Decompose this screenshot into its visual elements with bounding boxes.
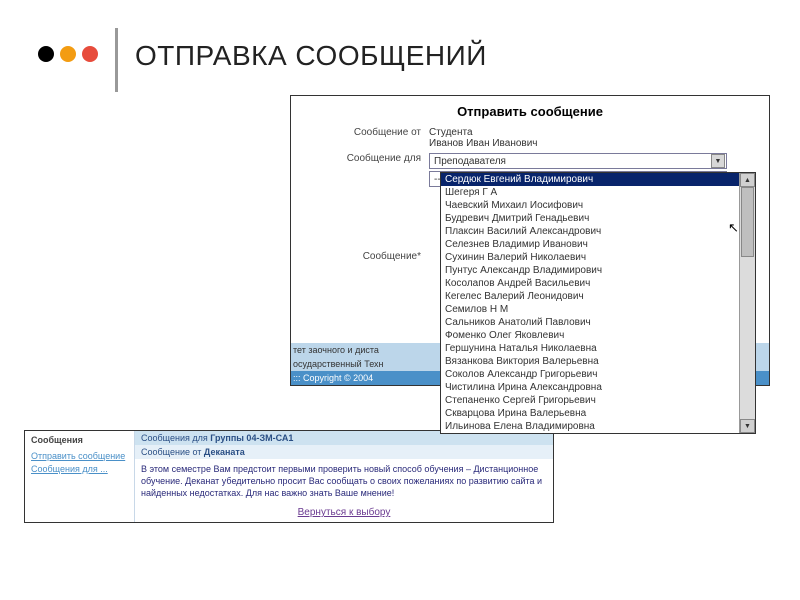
dropdown-item[interactable]: Сердюк Евгений Владимирович [441, 173, 739, 186]
label-to: Сообщение для [299, 153, 429, 164]
from-role: Студента [429, 127, 761, 138]
label-message: Сообщение* [299, 251, 429, 262]
message-body: В этом семестре Вам предстоит первыми пр… [135, 459, 553, 503]
scroll-down-icon[interactable]: ▼ [740, 419, 755, 433]
chevron-down-icon[interactable]: ▼ [711, 154, 725, 168]
recipient-type-select[interactable]: Преподавателя ▼ [429, 153, 727, 169]
divider [115, 28, 118, 92]
sidebar-link-for[interactable]: Сообщения для ... [31, 464, 128, 474]
back-row: Вернуться к выбору [135, 503, 553, 522]
dropdown-item[interactable]: Ильинова Елена Владимировна [441, 420, 739, 433]
from-name: Иванов Иван Иванович [429, 138, 761, 149]
bullet-dots [38, 46, 98, 62]
sidebar-heading: Сообщения [31, 435, 128, 445]
dropdown-item[interactable]: Семилов Н М [441, 303, 739, 316]
dropdown-item[interactable]: Чистилина Ирина Александровна [441, 381, 739, 394]
dropdown-item[interactable]: Сухинин Валерий Николаевич [441, 251, 739, 264]
form-title: Отправить сообщение [291, 96, 769, 125]
dot-icon [38, 46, 54, 62]
scroll-thumb[interactable] [741, 187, 754, 257]
dropdown-item[interactable]: Скварцова Ирина Валерьевна [441, 407, 739, 420]
dropdown-item[interactable]: Пунтус Александр Владимирович [441, 264, 739, 277]
dropdown-item[interactable]: Сальников Анатолий Павлович [441, 316, 739, 329]
dropdown-item[interactable]: Чаевский Михаил Иосифович [441, 199, 739, 212]
label-from: Сообщение от [299, 127, 429, 138]
dot-icon [82, 46, 98, 62]
dropdown-item[interactable]: Плаксин Василий Александрович [441, 225, 739, 238]
inbox-panel: Сообщения Отправить сообщение Сообщения … [24, 430, 554, 523]
scrollbar[interactable]: ▲ ▼ [739, 173, 755, 433]
recipient-dropdown[interactable]: Сердюк Евгений ВладимировичШегеря Г АЧае… [440, 172, 756, 434]
back-link[interactable]: Вернуться к выбору [298, 507, 391, 518]
dropdown-item[interactable]: Шегеря Г А [441, 186, 739, 199]
dropdown-item[interactable]: Соколов Александр Григорьевич [441, 368, 739, 381]
cursor-icon: ↖ [728, 220, 739, 236]
value-from: Студента Иванов Иван Иванович [429, 127, 761, 149]
sidebar: Сообщения Отправить сообщение Сообщения … [25, 431, 135, 522]
slide-title: ОТПРАВКА СООБЩЕНИЙ [135, 40, 487, 72]
inbox-from: Сообщение от Деканата [135, 445, 553, 459]
select-value: Преподавателя [434, 156, 506, 167]
sidebar-link-send[interactable]: Отправить сообщение [31, 451, 128, 461]
dot-icon [60, 46, 76, 62]
dropdown-item[interactable]: Вязанкова Виктория Валерьевна [441, 355, 739, 368]
scroll-up-icon[interactable]: ▲ [740, 173, 755, 187]
dropdown-item[interactable]: Косолапов Андрей Васильевич [441, 277, 739, 290]
dropdown-item[interactable]: Фоменко Олег Яковлевич [441, 329, 739, 342]
dropdown-items: Сердюк Евгений ВладимировичШегеря Г АЧае… [441, 173, 739, 433]
dropdown-item[interactable]: Кегелес Валерий Леонидович [441, 290, 739, 303]
dropdown-item[interactable]: Степаненко Сергей Григорьевич [441, 394, 739, 407]
dropdown-item[interactable]: Будревич Дмитрий Генадьевич [441, 212, 739, 225]
dropdown-item[interactable]: Гершунина Наталья Николаевна [441, 342, 739, 355]
dropdown-item[interactable]: Селезнев Владимир Иванович [441, 238, 739, 251]
